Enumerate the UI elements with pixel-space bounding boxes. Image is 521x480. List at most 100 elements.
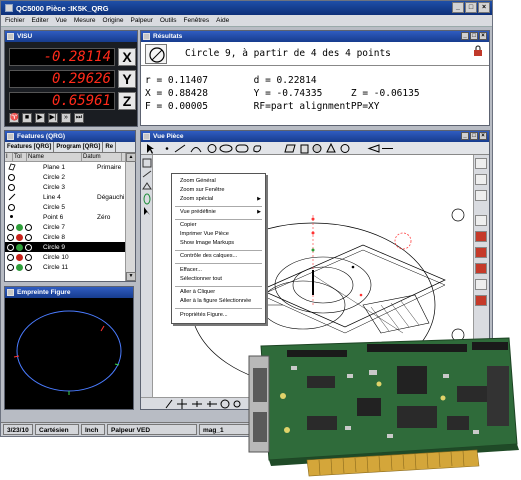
cone-tool-icon[interactable] [326,142,336,153]
list-item[interactable]: Circle 5 [5,202,125,212]
target-icon[interactable] [220,399,230,409]
close-button[interactable]: × [478,2,490,13]
ellipse-tool-icon[interactable] [219,144,233,153]
vue-minimize-button[interactable]: _ [461,132,469,140]
circle-tool-icon[interactable] [207,144,217,153]
list-item[interactable]: Plane 1 Primaire [5,162,125,172]
empreinte-panel: Empreinte Figure [4,286,134,410]
list-item-selected[interactable]: Circle 9 [5,242,125,252]
axis-x-button[interactable]: X [118,47,136,66]
arc-tool-icon[interactable] [190,147,202,153]
axis-z-button[interactable]: Z [118,91,136,110]
tab-reports[interactable]: Re [103,142,117,152]
menu-aide[interactable]: Aide [216,15,229,26]
col-datum[interactable]: Datum [82,153,122,161]
cursor-tool-icon[interactable] [144,207,150,215]
menu-fichier[interactable]: Fichier [5,15,25,26]
select-arrow-icon[interactable] [147,144,154,154]
view-front-icon[interactable] [475,231,487,242]
menu-item-goto-click[interactable]: Aller à Cliquer [180,289,215,295]
circle-icon [25,223,32,231]
list-item[interactable]: Circle 11 [5,262,125,272]
list-item[interactable]: Line 4 Dégauchi [5,192,125,202]
view-side-icon[interactable] [475,247,487,258]
menu-item-zoom-special[interactable]: Zoom spécial [180,196,213,202]
menu-palpeur[interactable]: Palpeur [130,15,152,26]
view-bottom-icon[interactable] [475,295,487,306]
col-index[interactable]: I [5,153,13,161]
tab-program[interactable]: Program [QRG] [54,142,104,152]
probe-tool-icon[interactable] [165,399,173,409]
axis-y-button[interactable]: Y [118,69,136,88]
menu-item-layer-control[interactable]: Contrôle des calques... [180,253,237,259]
menu-item-goto-selected[interactable]: Aller à la figure Sélectionnée [180,298,251,304]
col-tol[interactable]: Tol [13,153,27,161]
results-maximize-button[interactable]: □ [470,32,478,40]
menu-item-show-markups[interactable]: Show Image Markups [180,240,234,246]
maximize-button[interactable]: □ [465,2,477,13]
list-item[interactable]: Point 6 Zéro [5,212,125,222]
results-close-button[interactable]: × [479,32,487,40]
results-title: Résultats [153,33,183,40]
align-y-icon[interactable] [207,401,217,407]
vue-close-button[interactable]: × [479,132,487,140]
menu-item-print-view[interactable]: Imprimer Vue Pièce [180,231,229,237]
col-name[interactable]: Name [27,153,82,161]
crosshair-icon[interactable] [177,399,187,409]
menu-origine[interactable]: Origine [103,15,124,26]
features-scrollbar[interactable]: ▲ ▼ [125,153,136,281]
play-icon[interactable]: ▶ [35,113,45,123]
line-tool-icon[interactable] [174,144,186,153]
sphere-tool-icon[interactable] [312,144,322,153]
menu-editer[interactable]: Editer [32,15,49,26]
view-iso-icon[interactable] [475,263,487,274]
menu-item-select-all[interactable]: Sélectionner tout [180,276,222,282]
menu-item-zoom-window[interactable]: Zoom sur Fenêtre [180,187,224,193]
results-minimize-button[interactable]: _ [461,32,469,40]
menu-mesure[interactable]: Mesure [74,15,96,26]
menu-item-predefined-view[interactable]: Vue prédéfinie [180,209,216,215]
layer-tool-icon[interactable] [142,182,152,190]
distance-tool-icon[interactable] [367,144,393,153]
zoom-window-icon[interactable] [475,190,487,201]
scroll-down-icon[interactable]: ▼ [126,272,136,281]
torus-tool-icon[interactable] [340,144,350,153]
blob-tool-icon[interactable] [253,145,262,153]
cylinder-tool-icon[interactable] [300,144,309,154]
step-forward-icon[interactable]: ▶| [48,113,58,123]
shape-tool-icon[interactable] [143,193,151,205]
fast-forward-icon[interactable]: » [61,113,71,123]
menu-outils[interactable]: Outils [160,15,177,26]
view-top-icon[interactable] [475,215,487,226]
view-tool-icon[interactable] [142,158,152,168]
stop-icon[interactable]: ■ [22,113,32,123]
list-item[interactable]: Circle 2 [5,172,125,182]
align-tool-icon[interactable] [142,170,152,178]
probe-icon[interactable]: ♈ [9,113,19,123]
dro-value-z: 0.65961 [9,91,115,110]
plane-tool-icon[interactable] [284,144,296,153]
zoom-out-icon[interactable] [475,174,487,185]
rotate-view-icon[interactable] [475,279,487,290]
menu-item-erase[interactable]: Effacer... [180,267,202,273]
list-item[interactable]: Circle 10 [5,252,125,262]
point-tool-icon[interactable] [165,147,169,150]
menu-fenetres[interactable]: Fenêtres [184,15,210,26]
scroll-up-icon[interactable]: ▲ [126,153,136,162]
slot-tool-icon[interactable] [235,144,249,153]
menu-item-zoom-general[interactable]: Zoom Général [180,178,216,184]
lock-icon[interactable] [473,45,483,56]
skip-icon[interactable]: ⏭ [74,113,84,123]
settings-icon[interactable] [233,400,241,408]
menu-item-copy[interactable]: Copier [180,222,196,228]
list-item[interactable]: Circle 8 [5,232,125,242]
vue-maximize-button[interactable]: □ [470,132,478,140]
tab-features[interactable]: Features [QRG] [5,142,55,152]
list-item[interactable]: Circle 7 [5,222,125,232]
zoom-in-icon[interactable] [475,158,487,169]
align-x-icon[interactable] [192,401,202,407]
menu-item-properties[interactable]: Propriétés Figure... [180,312,228,318]
minimize-button[interactable]: _ [452,2,464,13]
menu-vue[interactable]: Vue [56,15,67,26]
list-item[interactable]: Circle 3 [5,182,125,192]
